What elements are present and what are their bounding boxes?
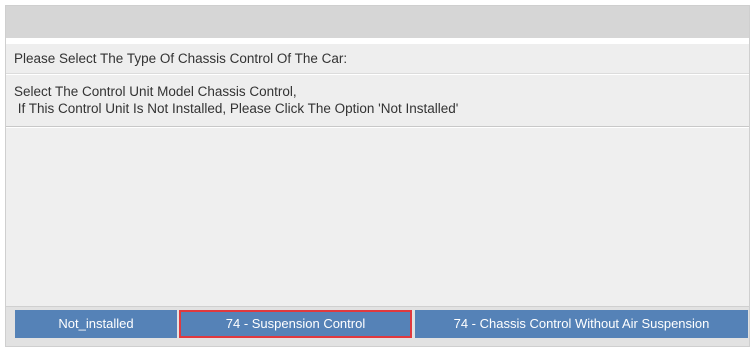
instructions-line-2: If This Control Unit Is Not Installed, P…	[14, 101, 459, 116]
instructions-line-1: Select The Control Unit Model Chassis Co…	[14, 84, 297, 99]
dialog-window: Please Select The Type Of Chassis Contro…	[5, 5, 750, 347]
not-installed-button[interactable]: Not_installed	[15, 310, 177, 338]
button-bar: Not_installed 74 - Suspension Control 74…	[6, 307, 749, 346]
title-bar	[6, 6, 749, 38]
chassis-control-without-air-suspension-button[interactable]: 74 - Chassis Control Without Air Suspens…	[415, 310, 748, 338]
selection-prompt: Please Select The Type Of Chassis Contro…	[6, 44, 749, 74]
instructions-text: Select The Control Unit Model Chassis Co…	[6, 75, 749, 127]
content-area	[6, 128, 749, 307]
suspension-control-button[interactable]: 74 - Suspension Control	[179, 310, 412, 338]
